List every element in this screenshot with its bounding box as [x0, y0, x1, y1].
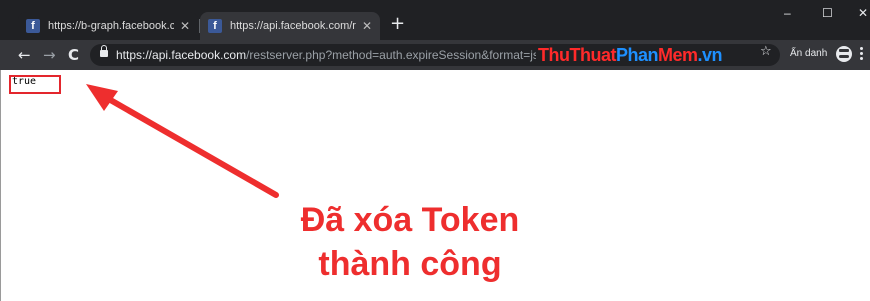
arrow-shaft [97, 91, 279, 198]
annotation-line-2: thành công [318, 245, 502, 283]
annotation-line-1: Đã xóa Token [300, 201, 520, 239]
arrow-head [86, 84, 118, 111]
annotation-text: Đã xóa Token thành công [280, 198, 540, 286]
